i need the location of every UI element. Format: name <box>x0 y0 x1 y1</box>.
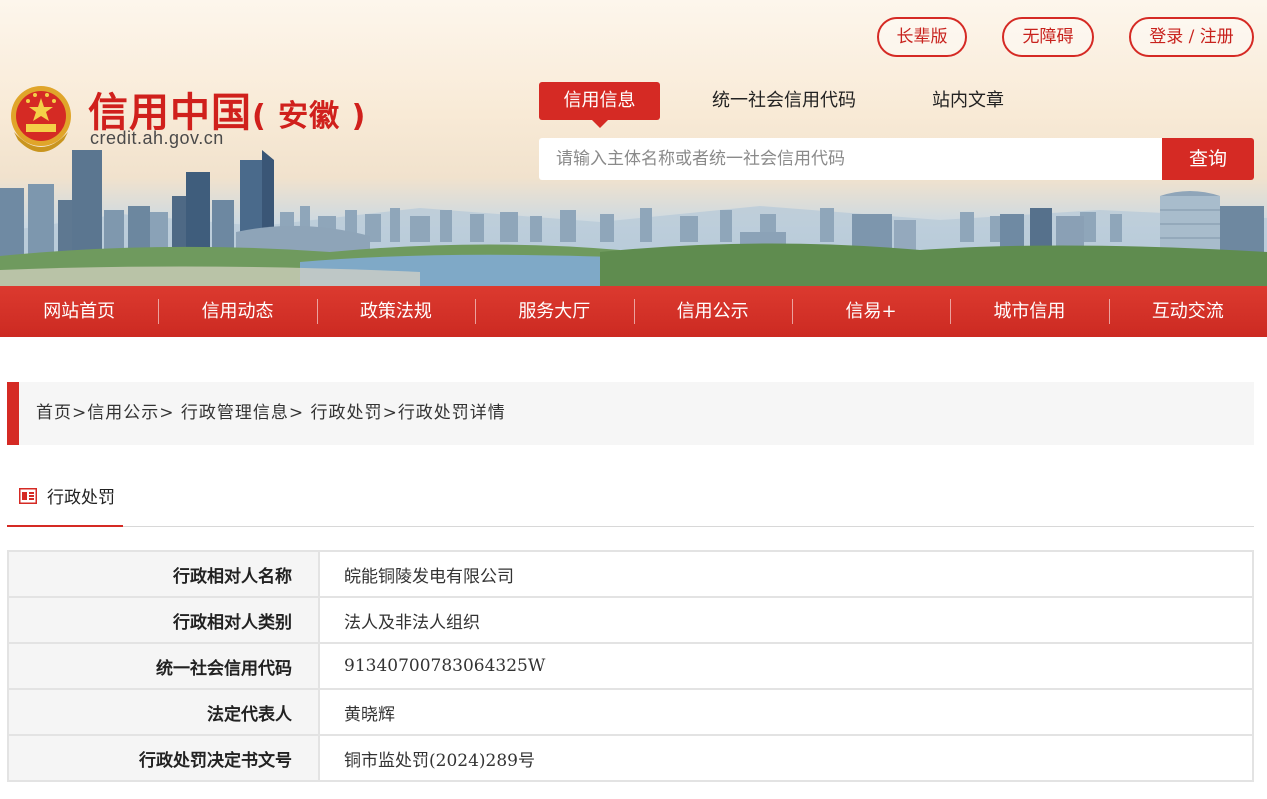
breadcrumb-credit-publicity[interactable]: 信用公示 <box>87 403 159 423</box>
main-nav: 网站首页 信用动态 政策法规 服务大厅 信用公示 信易+ 城市信用 互动交流 <box>0 286 1267 337</box>
breadcrumb-current: 行政处罚详情 <box>397 403 506 423</box>
list-doc-icon <box>19 488 37 504</box>
table-row: 行政处罚决定书文号 铜市监处罚(2024)289号 <box>7 734 1254 782</box>
field-label: 行政处罚决定书文号 <box>7 734 320 782</box>
table-row: 行政相对人名称 皖能铜陵发电有限公司 <box>7 550 1254 598</box>
search-input[interactable] <box>539 138 1163 180</box>
nav-item-service-hall[interactable]: 服务大厅 <box>475 286 633 337</box>
field-label: 统一社会信用代码 <box>7 642 320 690</box>
breadcrumb-admin-info[interactable]: 行政管理信息 <box>175 403 289 423</box>
logo-region-text: ( 安徽 ) <box>252 99 367 134</box>
section-title-underline <box>7 525 123 527</box>
accessibility-button[interactable]: 无障碍 <box>1002 17 1094 57</box>
breadcrumb-separator: > <box>288 403 305 423</box>
section-header: 行政处罚 <box>7 476 1254 527</box>
table-row: 行政相对人类别 法人及非法人组织 <box>7 596 1254 644</box>
search-button[interactable]: 查询 <box>1162 138 1254 180</box>
field-value: 铜市监处罚(2024)289号 <box>318 734 1254 782</box>
breadcrumb-separator: > <box>159 403 175 423</box>
national-emblem-icon <box>11 86 71 152</box>
breadcrumb: 首页>信用公示> 行政管理信息> 行政处罚>行政处罚详情 <box>7 382 1254 445</box>
field-value: 91340700783064325W <box>318 642 1254 690</box>
login-register-button[interactable]: 登录 / 注册 <box>1129 17 1254 57</box>
field-value: 皖能铜陵发电有限公司 <box>318 550 1254 598</box>
nav-item-credit-news[interactable]: 信用动态 <box>158 286 316 337</box>
field-label: 法定代表人 <box>7 688 320 736</box>
field-value: 黄晓辉 <box>318 688 1254 736</box>
nav-item-credit-publicity[interactable]: 信用公示 <box>633 286 792 337</box>
nav-item-city-credit[interactable]: 城市信用 <box>950 286 1108 337</box>
breadcrumb-separator: > <box>72 403 88 423</box>
nav-item-home[interactable]: 网站首页 <box>0 286 158 337</box>
site-url: credit.ah.gov.cn <box>90 128 224 148</box>
table-row: 统一社会信用代码 91340700783064325W <box>7 642 1254 690</box>
penalty-detail-table: 行政相对人名称 皖能铜陵发电有限公司 行政相对人类别 法人及非法人组织 统一社会… <box>7 550 1254 782</box>
nav-item-xinyi-plus[interactable]: 信易+ <box>791 286 950 337</box>
nav-item-policies[interactable]: 政策法规 <box>316 286 475 337</box>
table-row: 法定代表人 黄晓辉 <box>7 688 1254 736</box>
breadcrumb-separator: > <box>382 403 398 423</box>
field-value: 法人及非法人组织 <box>318 596 1254 644</box>
breadcrumb-home[interactable]: 首页 <box>36 403 72 423</box>
breadcrumb-admin-penalty[interactable]: 行政处罚 <box>304 403 382 423</box>
tab-credit-info[interactable]: 信用信息 <box>539 82 660 128</box>
tab-site-articles[interactable]: 站内文章 <box>920 82 1016 120</box>
elder-mode-button[interactable]: 长辈版 <box>877 17 967 57</box>
tab-unified-credit-code[interactable]: 统一社会信用代码 <box>694 82 874 120</box>
nav-item-interaction[interactable]: 互动交流 <box>1108 286 1267 337</box>
field-label: 行政相对人名称 <box>7 550 320 598</box>
field-label: 行政相对人类别 <box>7 596 320 644</box>
header-banner: 长辈版 无障碍 登录 / 注册 信用中国( 安徽 ) credit.ah.gov… <box>0 0 1267 286</box>
section-title: 行政处罚 <box>47 488 115 508</box>
